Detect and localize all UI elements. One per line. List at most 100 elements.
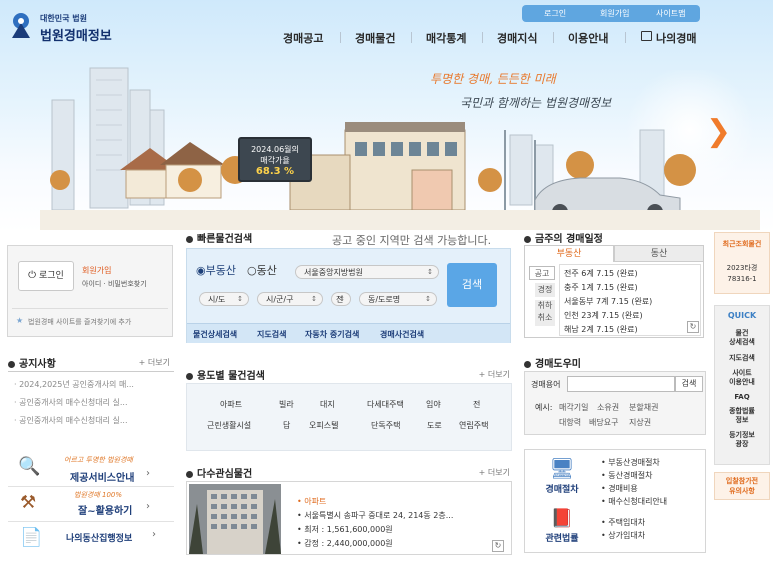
nav-my-auction[interactable]: 나의경매 [656,30,696,46]
quick-search-title: 빠른물건검색 [197,234,253,245]
court-select[interactable]: 서울중앙지방법원 [295,265,439,279]
glossary-search-button[interactable]: 검색 [675,376,703,392]
usage-item[interactable]: 전 [473,399,480,410]
procedure-item[interactable]: • 동산경매절차 [601,469,667,482]
usage-item[interactable]: 근린생활시설 [207,420,251,431]
case-search-link[interactable]: 경매사건검색 [380,329,424,340]
service-guide-banner[interactable]: 🔍 어르고 투명한 법원경매 제공서비스안내 › [8,452,174,487]
quick-map-search[interactable]: 지도검색 [715,353,769,363]
law-item[interactable]: • 상가임대차 [601,529,645,542]
schedule-item[interactable]: 전주 6계 7.15 (완료) [564,268,638,279]
glossary-example[interactable]: 대항력 [559,417,581,428]
quick-search-button[interactable]: 검색 [447,263,497,307]
usage-item[interactable]: 단독주택 [371,420,400,431]
law-item[interactable]: • 주택임대차 [601,516,645,529]
popular-title: 다수관심물건 [197,469,253,480]
notice-more-link[interactable]: + 더보기 [139,357,170,368]
glossary-example[interactable]: 분할채권 [629,402,658,413]
notice-item[interactable]: · 공인중개사의 매수신청대리 실... [14,415,128,426]
glossary-example[interactable]: 소유권 [597,402,619,413]
schedule-item[interactable]: 해남 2계 7.15 (완료) [564,324,638,335]
chevron-right-icon: › [146,468,150,479]
notice-item[interactable]: · 공인중개사의 매수신청대리 실... [14,397,128,408]
usage-item[interactable]: 대지 [320,399,335,410]
add-favorite-link[interactable]: 법원경매 사이트를 즐겨찾기에 추가 [28,317,131,327]
quick-registry-plaza[interactable]: 등기정보 광장 [715,431,769,449]
sido-select[interactable]: 시/도 [199,292,249,306]
popular-more-link[interactable]: + 더보기 [479,467,510,478]
movable-execution-banner[interactable]: 📄 나의동산집행정보 › [8,523,174,553]
notice-item[interactable]: · 2024,2025년 공인중개사의 매... [14,379,134,390]
dongro-select[interactable]: 동/도로명 [359,292,437,306]
usage-item[interactable]: 도로 [427,420,442,431]
radio-movable[interactable]: ○동산 [247,262,277,278]
site-logo[interactable]: 대한민국 법원 법원경매정보 [6,10,136,46]
usage-item[interactable]: 오피스텔 [309,420,338,431]
book-icon [641,31,652,41]
bid-caution-button[interactable]: 입찰참가전 유의사항 [714,472,770,500]
court-emblem-icon [12,13,30,38]
auction-procedure-link[interactable]: 🖥 경매절차 [529,456,595,504]
usage-item[interactable]: 빌라 [279,399,294,410]
nav-auction-knowledge[interactable]: 경매지식 [497,30,537,46]
nav-usage-guide[interactable]: 이용안내 [568,30,608,46]
refresh-icon[interactable]: ↻ [687,321,699,333]
usage-item[interactable]: 아파트 [220,399,242,410]
quick-site-guide[interactable]: 사이트 이용안내 [715,369,769,387]
radio-realty[interactable]: ◉부동산 [196,262,236,278]
sitemap-link[interactable]: 사이트맵 [656,8,685,19]
law-book-icon: 📕 [550,508,574,529]
usage-item[interactable]: 답 [283,420,290,431]
procedure-item[interactable]: • 부동산경매절차 [601,456,667,469]
tag-correction[interactable]: 경정 [535,283,555,297]
tab-movable[interactable]: 동산 [614,245,704,262]
usage-search-title: 용도별 물건검색 [197,371,265,382]
usage-more-link[interactable]: + 더보기 [479,369,510,380]
next-arrow-icon[interactable]: ❯ [706,114,731,149]
quick-detail-search[interactable]: 물건 상세검색 [715,329,769,347]
popular-card[interactable]: • 아파트 • 서울특별시 송파구 중대로 24, 214동 2층... • 최… [186,481,512,555]
tag-cancel[interactable]: 취하 취소 [535,300,555,326]
usage-item[interactable]: 연립주택 [459,420,488,431]
sigungu-select[interactable]: 시/군/구 [257,292,323,306]
glossary-example[interactable]: 매각기일 [559,402,588,413]
nav-sale-statistics[interactable]: 매각통계 [426,30,466,46]
vehicle-search-link[interactable]: 자동차 중기검색 [305,329,359,340]
schedule-item[interactable]: 인천 23계 7.15 (완료) [564,310,643,321]
usage-tips-banner[interactable]: ⚒ 법원경매 100% 잘~활용하기 › [8,488,174,522]
map-search-link[interactable]: 지도검색 [257,329,286,340]
glossary-input[interactable] [567,376,675,392]
procedure-item[interactable]: • 매수신청대리안내 [601,495,667,508]
procedure-label: 경매절차 [545,485,579,495]
refresh-icon[interactable]: ↻ [492,540,504,552]
glossary-example[interactable]: 배당요구 [589,417,618,428]
login-button[interactable]: ⏻ 로그인 [18,261,74,291]
quick-faq[interactable]: FAQ [715,393,769,401]
procedure-item[interactable]: • 경매비용 [601,482,667,495]
related-law-link[interactable]: 📕 관련법률 [529,508,595,552]
nav-auction-items[interactable]: 경매물건 [355,30,395,46]
schedule-item[interactable]: 서울동부 7계 7.15 (완료) [564,296,652,307]
usage-grid: 아파트 빌라 대지 다세대주택 임야 전 근린생활시설 답 오피스텔 단독주택 … [186,383,512,451]
glossary-section: 경매도우미 경매용어 검색 예시: 매각기일 소유권 분할채권 대항력 배당요구… [524,355,706,437]
join-link[interactable]: 회원가입 [82,265,111,276]
recent-item[interactable]: 2023타경 78316-1 [715,263,769,285]
login-link[interactable]: 로그인 [544,8,566,19]
find-account-link[interactable]: 아이디 · 비밀번호찾기 [82,279,147,289]
gavel-icon: ⚒ [20,492,37,513]
nav-auction-notice[interactable]: 경매공고 [283,30,323,46]
schedule-item[interactable]: 충주 1계 7.15 (완료) [564,282,638,293]
document-icon: 📄 [20,527,43,548]
detail-search-link[interactable]: 물건상세검색 [193,329,237,340]
usage-item[interactable]: 다세대주택 [367,399,404,410]
quick-legal-info[interactable]: 종합법률 정보 [715,407,769,425]
type-select[interactable]: 전 [331,292,351,306]
usage-item[interactable]: 임야 [426,399,441,410]
login-box: ⏻ 로그인 회원가입 아이디 · 비밀번호찾기 ★ 법원경매 사이트를 즐겨찾기… [7,245,173,337]
rate-value: 68.3 % [255,166,295,177]
signup-link[interactable]: 회원가입 [600,8,629,19]
glossary-example[interactable]: 지상권 [629,417,651,428]
schedule-section: 금주의 경매일정 부동산 동산 공고 경정 취하 취소 전주 6계 7.15 (… [524,230,706,340]
tab-realty[interactable]: 부동산 [524,245,614,262]
tag-notice[interactable]: 공고 [529,266,555,280]
